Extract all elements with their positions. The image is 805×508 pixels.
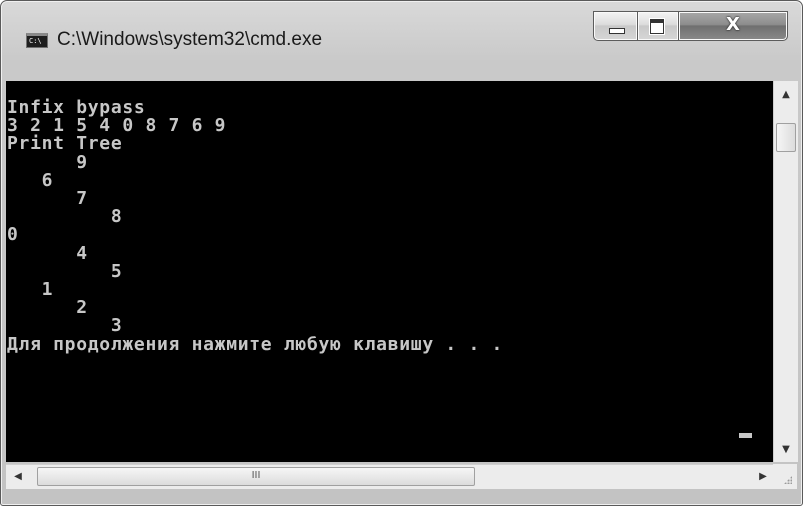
console-text: Infix bypass 3 2 1 5 4 0 8 7 6 9 Print T… [6, 81, 773, 354]
close-icon: X [726, 14, 740, 35]
console-line: 8 [7, 206, 123, 228]
cmd-app-icon[interactable]: C:\ [26, 33, 48, 48]
horizontal-scrollbar[interactable]: ◀ III ▶ [6, 464, 773, 489]
window-title: C:\Windows\system32\cmd.exe [57, 29, 323, 50]
resize-grip[interactable] [773, 464, 797, 489]
app-icon-label: C:\ [29, 37, 42, 45]
maximize-button[interactable] [638, 11, 679, 41]
minimize-button[interactable] [593, 11, 638, 41]
horizontal-scroll-thumb[interactable]: III [37, 467, 475, 486]
scroll-left-arrow-icon[interactable]: ◀ [6, 465, 30, 489]
console-output[interactable]: Infix bypass 3 2 1 5 4 0 8 7 6 9 Print T… [6, 81, 773, 462]
vertical-scrollbar[interactable]: ▲ ▼ [773, 81, 798, 462]
cmd-window: C:\ C:\Windows\system32\cmd.exe X Infix … [0, 0, 803, 506]
scroll-down-arrow-icon[interactable]: ▼ [774, 438, 798, 462]
vertical-scroll-thumb[interactable] [776, 123, 796, 152]
scroll-right-arrow-icon[interactable]: ▶ [751, 465, 775, 489]
maximize-icon [650, 19, 664, 34]
text-cursor [739, 433, 752, 438]
minimize-icon [609, 28, 625, 34]
thumb-grip-icon: III [251, 470, 261, 481]
title-bar[interactable]: C:\ C:\Windows\system32\cmd.exe X [1, 1, 802, 81]
close-button[interactable]: X [679, 11, 788, 41]
scroll-up-arrow-icon[interactable]: ▲ [774, 83, 798, 107]
console-prompt-line: Для продолжения нажмите любую клавишу . … [7, 333, 515, 355]
caption-buttons: X [593, 11, 789, 41]
resize-grip-icon [784, 476, 792, 484]
